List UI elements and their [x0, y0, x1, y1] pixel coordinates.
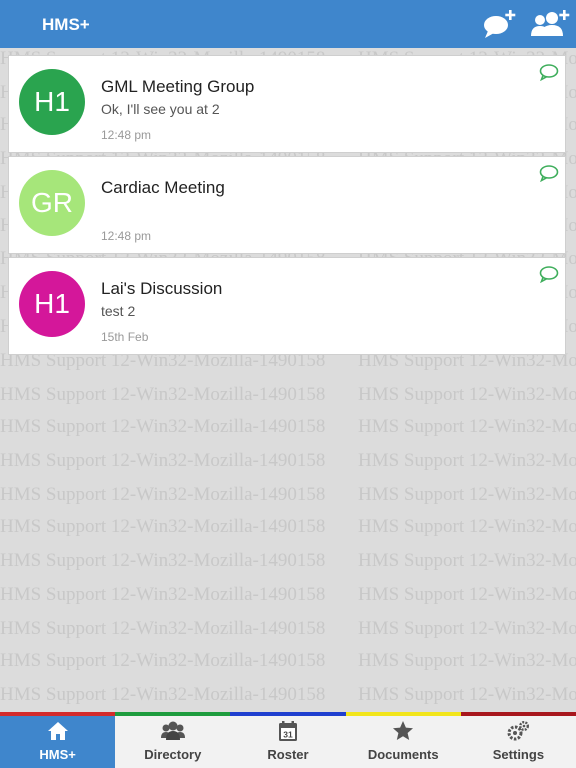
- avatar: GR: [19, 170, 85, 236]
- conversation-title: GML Meeting Group: [101, 77, 255, 96]
- calendar-day: 31: [283, 730, 293, 740]
- tab-label: HMS+: [39, 747, 76, 762]
- star-icon: [393, 721, 414, 740]
- watermark-text: HMS Support 12-Win32-Mozilla-1490158: [0, 484, 326, 505]
- watermark-text: HMS Support 12-Win32-Mozilla-1490158: [0, 684, 326, 705]
- new-chat-button[interactable]: [482, 8, 518, 40]
- watermark-text: HMS Support 12-Win32-Mozilla-1490158: [358, 416, 576, 437]
- tab-label: Directory: [144, 747, 202, 762]
- new-group-button[interactable]: [530, 8, 570, 40]
- app-title: HMS+: [42, 15, 90, 34]
- watermark-text: HMS Support 12-Win32-Mozilla-1490158: [358, 484, 576, 505]
- tab-label: Settings: [492, 747, 545, 762]
- home-icon: [47, 722, 68, 740]
- conversation-last-message: Ok, I'll see you at 2: [101, 101, 220, 117]
- watermark-text: HMS Support 12-Win32-Mozilla-1490158: [0, 516, 326, 537]
- tab-documents[interactable]: Documents: [346, 716, 461, 768]
- bottom-tab-bar: HMS+ Directory 31 Roster Documents Setti…: [0, 716, 576, 768]
- conversation-time: 15th Feb: [101, 330, 149, 344]
- tab-hms[interactable]: HMS+: [0, 716, 116, 768]
- conversation-item[interactable]: H1 GML Meeting Group Ok, I'll see you at…: [8, 55, 566, 153]
- conversation-list: H1 GML Meeting Group Ok, I'll see you at…: [8, 55, 566, 358]
- gears-icon: [507, 721, 530, 741]
- conversation-last-message: test 2: [101, 303, 136, 319]
- conversation-time: 12:48 pm: [101, 128, 152, 142]
- tab-roster[interactable]: 31 Roster: [230, 716, 345, 768]
- chat-bubble-icon: [539, 266, 559, 283]
- watermark-text: HMS Support 12-Win32-Mozilla-1490158: [0, 584, 326, 605]
- conversation-title: Cardiac Meeting: [101, 178, 225, 197]
- avatar: H1: [19, 271, 85, 337]
- watermark-text: HMS Support 12-Win32-Mozilla-1490158: [0, 416, 326, 437]
- watermark-text: HMS Support 12-Win32-Mozilla-1490158: [0, 550, 326, 571]
- tab-directory[interactable]: Directory: [115, 716, 230, 768]
- watermark-text: HMS Support 12-Win32-Mozilla-1490158: [0, 450, 326, 471]
- watermark-text: HMS Support 12-Win32-Mozilla-1490158: [0, 618, 326, 639]
- watermark-text: HMS Support 12-Win32-Mozilla-1490158: [358, 684, 576, 705]
- conversation-item[interactable]: GR Cardiac Meeting 12:48 pm: [8, 156, 566, 254]
- conversation-title: Lai's Discussion: [101, 279, 223, 298]
- avatar: H1: [19, 69, 85, 135]
- add-group-icon: [531, 10, 570, 36]
- calendar-icon: 31: [279, 721, 297, 741]
- conversation-item[interactable]: H1 Lai's Discussion test 2 15th Feb: [8, 257, 566, 355]
- tab-label: Roster: [267, 747, 309, 762]
- watermark-text: HMS Support 12-Win32-Mozilla-1490158: [358, 650, 576, 671]
- new-chat-icon: [484, 10, 516, 38]
- watermark-text: HMS Support 12-Win32-Mozilla-1490158: [358, 384, 576, 405]
- watermark-text: HMS Support 12-Win32-Mozilla-1490158: [358, 584, 576, 605]
- chat-bubble-icon: [539, 165, 559, 182]
- app-header: HMS+: [0, 0, 576, 48]
- tab-settings[interactable]: Settings: [461, 716, 576, 768]
- watermark-text: HMS Support 12-Win32-Mozilla-1490158: [358, 618, 576, 639]
- tab-label: Documents: [367, 747, 439, 762]
- watermark-text: HMS Support 12-Win32-Mozilla-1490158: [358, 550, 576, 571]
- watermark-text: HMS Support 12-Win32-Mozilla-1490158: [0, 650, 326, 671]
- chat-bubble-icon: [539, 64, 559, 81]
- people-icon: [160, 721, 185, 740]
- watermark-text: HMS Support 12-Win32-Mozilla-1490158: [358, 516, 576, 537]
- watermark-text: HMS Support 12-Win32-Mozilla-1490158: [0, 384, 326, 405]
- watermark-text: HMS Support 12-Win32-Mozilla-1490158: [358, 450, 576, 471]
- conversation-time: 12:48 pm: [101, 229, 152, 243]
